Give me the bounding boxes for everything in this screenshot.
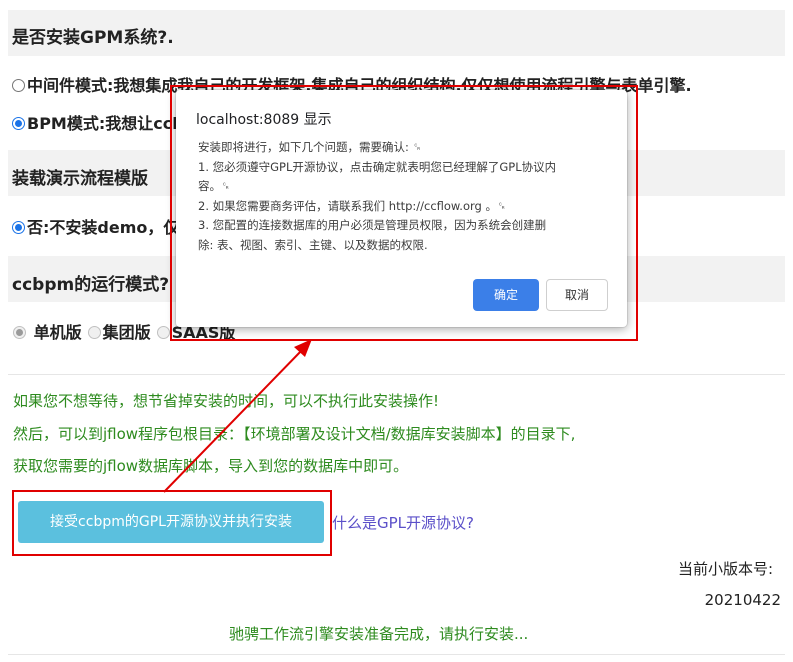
- run-mode-option-group: 集团版: [102, 323, 151, 342]
- radio-unchecked-icon[interactable]: [12, 79, 25, 92]
- radio-disabled-checked-icon: [13, 326, 26, 339]
- notice-line-1: 如果您不想等待，想节省掉安装的时间，可以不执行此安装操作!: [13, 392, 440, 410]
- section-divider: [8, 374, 785, 375]
- demo-section-title: 装载演示流程模版: [12, 169, 148, 189]
- notice-line-3: 获取您需要的jflow数据库脚本，导入到您的数据库中即可。: [13, 457, 409, 475]
- footer-divider: [8, 654, 785, 655]
- version-label: 当前小版本号:: [677, 560, 773, 578]
- run-mode-option-standalone: 单机版: [33, 323, 82, 342]
- radio-checked-icon[interactable]: [12, 117, 25, 130]
- demo-option-no-label: 否:不安装demo，仅: [27, 218, 180, 237]
- install-button-highlight: [12, 490, 332, 556]
- demo-option-no[interactable]: 否:不安装demo，仅: [12, 214, 179, 238]
- radio-disabled-icon: [156, 326, 170, 339]
- footer-status-message: 驰骋工作流引擎安装准备完成，请执行安装...: [229, 625, 529, 643]
- radio-disabled-icon: [87, 326, 101, 339]
- notice-line-2: 然后，可以到jflow程序包根目录：【环境部署及设计文档/数据库安装脚本】的目录…: [13, 425, 576, 443]
- dialog-highlight: [170, 85, 638, 341]
- arrow-head: [294, 339, 312, 357]
- gpl-license-link[interactable]: 什么是GPL开源协议?: [332, 512, 474, 533]
- version-value: 20210422: [704, 591, 781, 609]
- radio-checked-icon[interactable]: [12, 221, 25, 234]
- gpm-section-title: 是否安装GPM系统?.: [12, 28, 174, 48]
- run-mode-section-title: ccbpm的运行模式?: [12, 275, 170, 295]
